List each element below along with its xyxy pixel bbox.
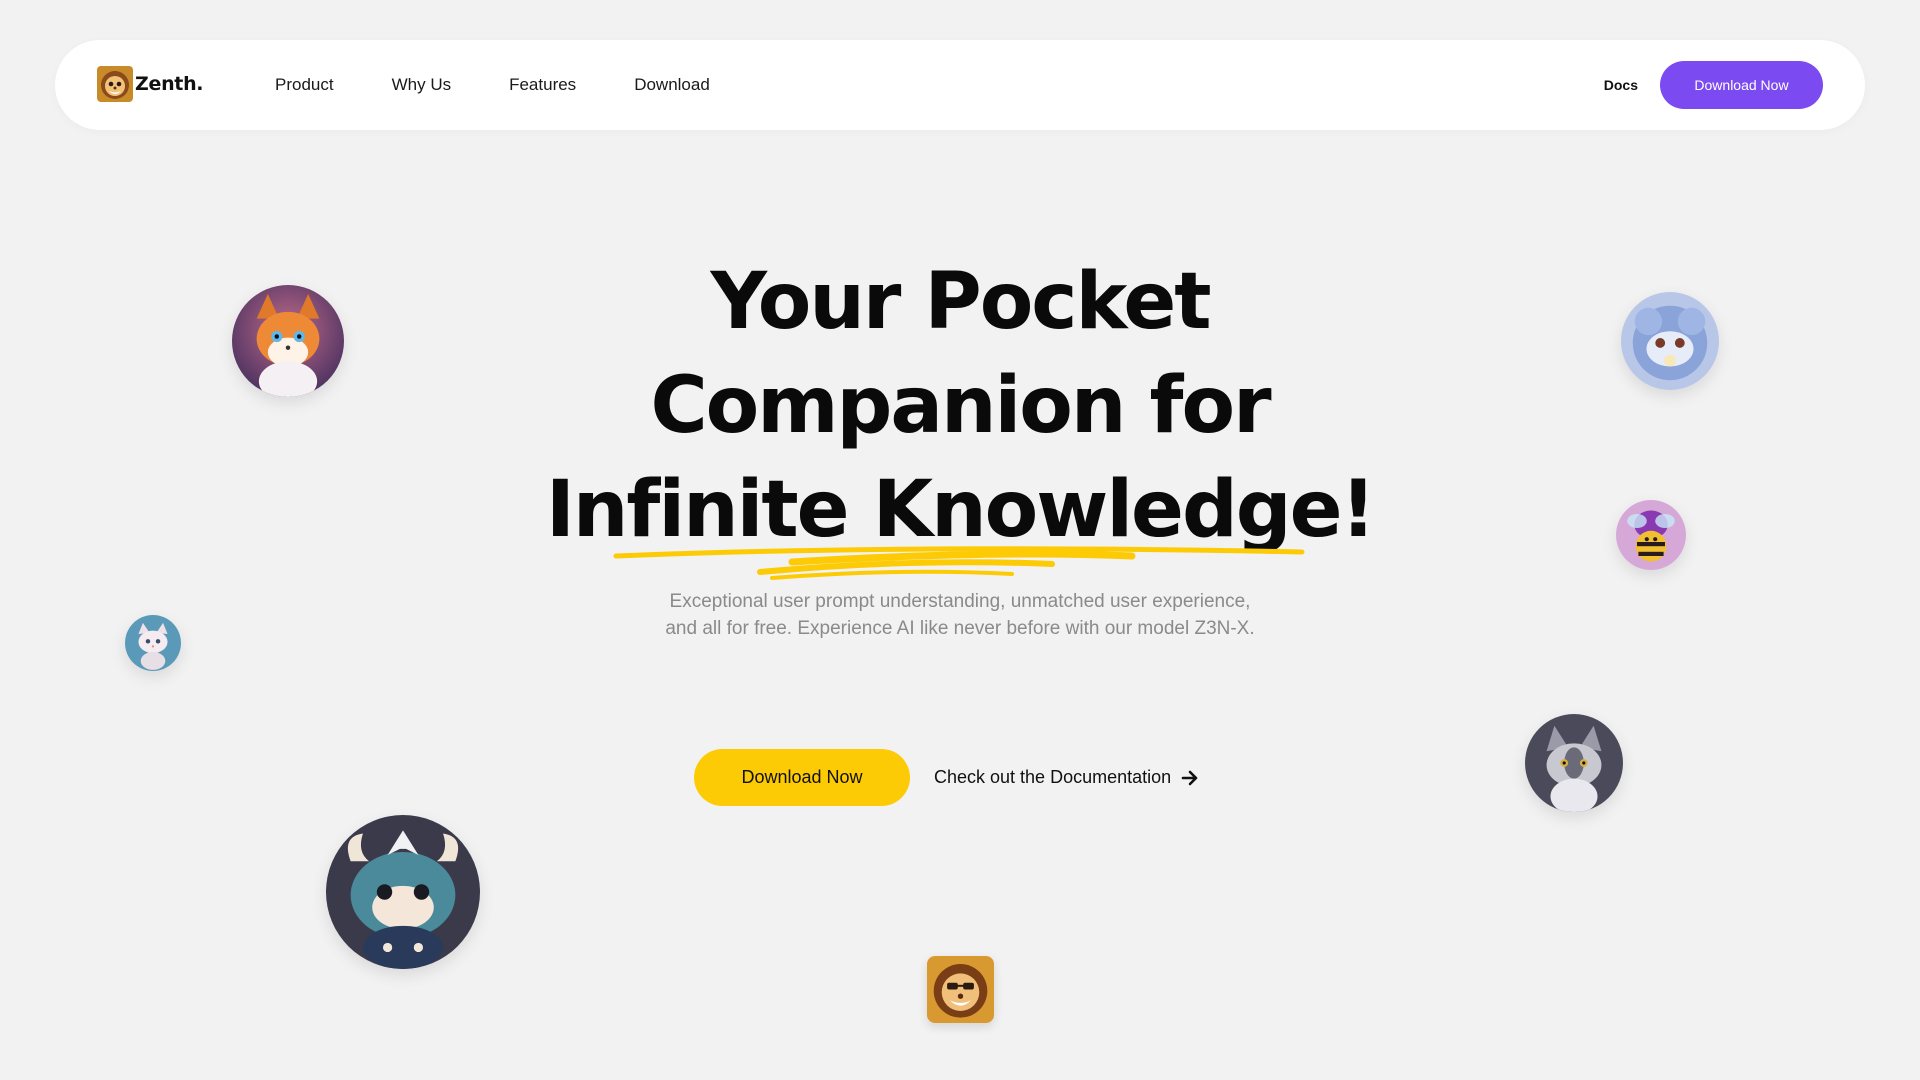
nav-download-button[interactable]: Download Now xyxy=(1660,61,1823,109)
nav-link-product[interactable]: Product xyxy=(275,75,334,95)
white-cat-avatar xyxy=(125,615,181,671)
nav-right: Docs Download Now xyxy=(1604,40,1823,130)
hero-title: Your Pocket Companion for Infinite Knowl… xyxy=(460,250,1460,562)
nav-link-features[interactable]: Features xyxy=(509,75,576,95)
hero-title-line-1: Your Pocket xyxy=(710,257,1211,347)
hero-download-button[interactable]: Download Now xyxy=(694,749,910,806)
documentation-link[interactable]: Check out the Documentation xyxy=(934,767,1199,788)
navbar: Zenth. Product Why Us Features Download … xyxy=(55,40,1865,130)
nav-link-why-us[interactable]: Why Us xyxy=(392,75,452,95)
grey-cat-avatar xyxy=(1525,714,1623,812)
arrow-right-icon xyxy=(1181,770,1198,785)
nav-links: Product Why Us Features Download xyxy=(275,40,768,130)
brand-link[interactable]: Zenth. xyxy=(97,66,204,102)
docs-link[interactable]: Docs xyxy=(1604,77,1638,93)
hero-title-line-2: Companion for xyxy=(650,361,1271,451)
hero-actions: Download Now Check out the Documentation xyxy=(694,749,1199,806)
purple-bee-avatar xyxy=(1616,500,1686,570)
hero-subtitle: Exceptional user prompt understanding, u… xyxy=(665,591,1255,639)
fox-avatar xyxy=(232,285,344,397)
lion-mascot-icon xyxy=(97,66,133,102)
blue-fluffy-avatar xyxy=(1621,292,1719,390)
nav-link-download[interactable]: Download xyxy=(634,75,710,95)
landing-page: Zenth. Product Why Us Features Download … xyxy=(0,0,1920,1080)
blue-horned-monster-avatar xyxy=(326,815,480,969)
documentation-link-label: Check out the Documentation xyxy=(934,767,1172,787)
brand-name: Zenth. xyxy=(135,73,204,95)
lion-logo-avatar xyxy=(927,956,994,1023)
